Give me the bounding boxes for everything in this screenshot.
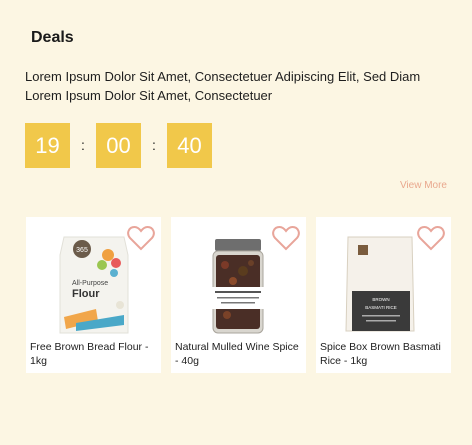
product-card[interactable]: 365 All-Purpose Flour Free Brown Bread F… xyxy=(26,217,161,373)
deals-title: Deals xyxy=(31,29,74,46)
timer-seconds: 40 xyxy=(167,123,212,168)
product-name[interactable]: Free Brown Bread Flour - 1kg xyxy=(30,340,160,368)
product-card[interactable]: BROWN BASMATI RICE Spice Box Brown Basma… xyxy=(316,217,451,373)
timer-separator: : xyxy=(152,137,156,153)
heart-icon[interactable] xyxy=(127,225,155,251)
heart-icon[interactable] xyxy=(272,225,300,251)
timer-hours: 19 xyxy=(25,123,70,168)
heart-icon[interactable] xyxy=(417,225,445,251)
flour-label-line2: Flour xyxy=(72,288,100,300)
rice-label-line2: BASMATI RICE xyxy=(365,305,396,310)
rice-label-line1: BROWN xyxy=(372,297,389,302)
view-more-link[interactable]: View More xyxy=(400,180,447,191)
product-card[interactable]: Natural Mulled Wine Spice - 40g xyxy=(171,217,306,373)
flour-brand-text: 365 xyxy=(76,247,88,254)
product-name[interactable]: Spice Box Brown Basmati Rice - 1kg xyxy=(320,340,450,368)
timer-separator: : xyxy=(81,137,85,153)
flour-label-line1: All-Purpose xyxy=(72,280,108,287)
timer-minutes: 00 xyxy=(96,123,141,168)
deals-description: Lorem Ipsum Dolor Sit Amet, Consectetuer… xyxy=(25,69,421,103)
product-name[interactable]: Natural Mulled Wine Spice - 40g xyxy=(175,340,305,368)
